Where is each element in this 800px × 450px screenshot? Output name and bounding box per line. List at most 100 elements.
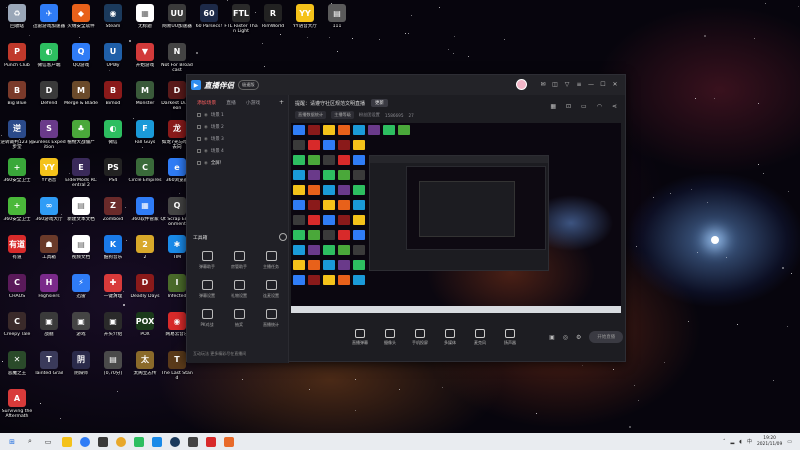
scene-item[interactable]: ◉ 场景 3: [187, 133, 288, 145]
meta-pill[interactable]: 主播等级: [331, 111, 354, 119]
desktop-icon[interactable]: YY YY语音大厅: [288, 4, 322, 46]
desktop-icon[interactable]: R RimWorld: [256, 4, 290, 46]
desktop-icon[interactable]: YY YY语音: [32, 158, 66, 200]
toolbox-item[interactable]: 房管助手: [223, 251, 255, 270]
desktop-icon[interactable]: K 酷狗音乐: [96, 235, 130, 277]
scene-checkbox[interactable]: [197, 161, 201, 165]
taskbar-app-game[interactable]: [188, 436, 198, 447]
desktop-icon[interactable]: ▤ [0,70分]: [96, 350, 130, 393]
desktop-icon[interactable]: ♣ 植物大战僵尸: [64, 119, 98, 162]
tab-mini-games[interactable]: 小游戏: [246, 99, 260, 106]
toolbox-item[interactable]: 抽奖: [223, 309, 255, 328]
tab-add-scene[interactable]: 添加场景: [197, 99, 216, 106]
desktop-icon[interactable]: D Defend: [32, 81, 66, 123]
toolbox-item[interactable]: 弹幕设置: [191, 280, 223, 299]
desktop-icon[interactable]: Q QQ游戏: [64, 42, 98, 85]
desktop-icon[interactable]: ▤ 111: [320, 4, 354, 46]
taskbar-app-steam[interactable]: [170, 436, 180, 447]
desktop-icon[interactable]: +360安全卫士: [0, 158, 34, 200]
maximize-icon[interactable]: ☐: [597, 78, 609, 90]
scene-item[interactable]: ◉ 场景 1: [187, 109, 288, 121]
scene-item[interactable]: ◉ 场景 4: [187, 145, 288, 157]
desktop-icon[interactable]: U UPlay: [96, 42, 130, 85]
desktop-icon[interactable]: ✕ 恶魔之王: [0, 350, 34, 393]
desktop-icon[interactable]: B Big Blue: [0, 81, 34, 123]
taskbar-app-store[interactable]: [98, 436, 108, 447]
desktop-icon[interactable]: ◐ 微信客户端: [32, 42, 66, 85]
stream-control-button[interactable]: 扬声器: [495, 328, 525, 346]
minimize-icon[interactable]: —: [585, 78, 597, 90]
taskbar-app-qq[interactable]: [152, 436, 162, 447]
scene-checkbox[interactable]: [197, 113, 201, 117]
desktop-icon[interactable]: E ElderMods RCentral 2: [64, 158, 98, 200]
taskbar-app-streaming[interactable]: [224, 436, 234, 447]
desktop-icon[interactable]: ▼ 开始游戏: [128, 42, 162, 85]
layout-icon[interactable]: ▦: [550, 103, 556, 110]
desktop-icon[interactable]: M Monster: [128, 81, 162, 123]
visibility-icon[interactable]: ◉: [204, 137, 208, 142]
close-icon[interactable]: ✕: [609, 78, 621, 90]
desktop-icon[interactable]: C CHAOS: [0, 273, 34, 316]
stream-control-button[interactable]: 多媒体: [435, 328, 465, 346]
scene-checkbox[interactable]: [197, 149, 201, 153]
skin-icon[interactable]: ◫: [549, 78, 561, 90]
desktop-icon[interactable]: F Fall Guys: [128, 119, 162, 162]
desktop-icon[interactable]: ◉ Steam: [96, 4, 130, 46]
toolbox-item[interactable]: 直播统计: [255, 309, 287, 328]
desktop-icon[interactable]: ▣ 战舰: [32, 312, 66, 354]
tray-chevron-icon[interactable]: ˄: [723, 439, 726, 445]
desktop-icon[interactable]: A Surviving the Aftermath: [0, 389, 34, 431]
record-icon[interactable]: ◎: [563, 334, 568, 341]
desktop-icon[interactable]: T Tainted Grail: [32, 350, 66, 393]
network-icon[interactable]: ▂: [730, 439, 734, 445]
camera-icon[interactable]: ▣: [549, 334, 555, 341]
desktop-icon[interactable]: 逆逆转裁判123 成步堂: [0, 119, 34, 162]
message-icon[interactable]: ✉: [537, 78, 549, 90]
scene-item[interactable]: ◉ 场景 2: [187, 121, 288, 133]
desktop-icon[interactable]: C Creepy Tale: [0, 312, 34, 354]
desktop-icon[interactable]: ✚ 一键清理: [96, 273, 130, 316]
desktop-icon[interactable]: ▣ 开头介绍: [96, 312, 130, 354]
start-live-button[interactable]: 开始直播: [589, 331, 623, 343]
menu-icon[interactable]: ≡: [573, 78, 585, 90]
taskbar-app-folder[interactable]: [62, 436, 72, 447]
toolbox-item[interactable]: 礼物设置: [223, 280, 255, 299]
settings-icon[interactable]: ▽: [561, 78, 573, 90]
desktop-icon[interactable]: ▦ 360软件管家: [128, 196, 162, 239]
toolbox-item[interactable]: 主播任务: [255, 251, 287, 270]
visibility-icon[interactable]: ◉: [204, 149, 208, 154]
desktop-icon[interactable]: ✈ 迅雷游戏加速器: [32, 4, 66, 46]
visibility-icon[interactable]: ◉: [204, 113, 208, 118]
desktop-icon[interactable]: 阴阴阳师: [64, 350, 98, 393]
windows-start-icon[interactable]: ⊞: [6, 436, 18, 448]
desktop-icon[interactable]: UU 网易UU加速器: [160, 4, 194, 46]
toolbox-item[interactable]: 弹幕助手: [191, 251, 223, 270]
tab-live[interactable]: 直播: [226, 99, 236, 106]
desktop-icon[interactable]: PS PS4: [96, 158, 130, 200]
toolbox-item[interactable]: 连麦设置: [255, 280, 287, 299]
desktop-icon[interactable]: 22: [128, 235, 162, 277]
task-view-icon[interactable]: ▭: [42, 436, 54, 448]
taskbar-app-wechat[interactable]: [134, 436, 144, 447]
taskbar-app-browser[interactable]: [80, 436, 90, 447]
desktop-icon[interactable]: ◆ 火绒安全软件: [64, 4, 98, 46]
desktop-icon[interactable]: ∞ 360游戏大厅: [32, 196, 66, 239]
stream-control-button[interactable]: 直播弹幕: [345, 328, 375, 346]
desktop-icon[interactable]: +360安全卫士: [0, 196, 34, 239]
desktop-icon[interactable]: ♻ 回收站: [0, 4, 34, 46]
desktop-icon[interactable]: M Merge & Blade: [64, 81, 98, 123]
toolbox-item[interactable]: PK对战: [191, 309, 223, 328]
desktop-icon[interactable]: Z Zomboid: [96, 196, 130, 239]
taskbar-app-media[interactable]: [206, 436, 216, 447]
ime-icon[interactable]: 中: [747, 438, 752, 445]
desktop-icon[interactable]: H Highsiers: [32, 273, 66, 316]
desktop-icon[interactable]: POX POX: [128, 312, 162, 354]
desktop-icon[interactable]: ▤ 视频文档: [64, 235, 98, 277]
scene-item[interactable]: ◉ 全屏！: [187, 157, 288, 169]
toolbox-toggle-icon[interactable]: [279, 233, 287, 241]
desktop-icon[interactable]: P Punch Club: [0, 42, 34, 85]
screenshot-icon[interactable]: ▭: [581, 103, 587, 110]
scene-checkbox[interactable]: [197, 125, 201, 129]
share-icon[interactable]: ⋖: [612, 103, 617, 110]
visibility-icon[interactable]: ◉: [204, 161, 208, 166]
